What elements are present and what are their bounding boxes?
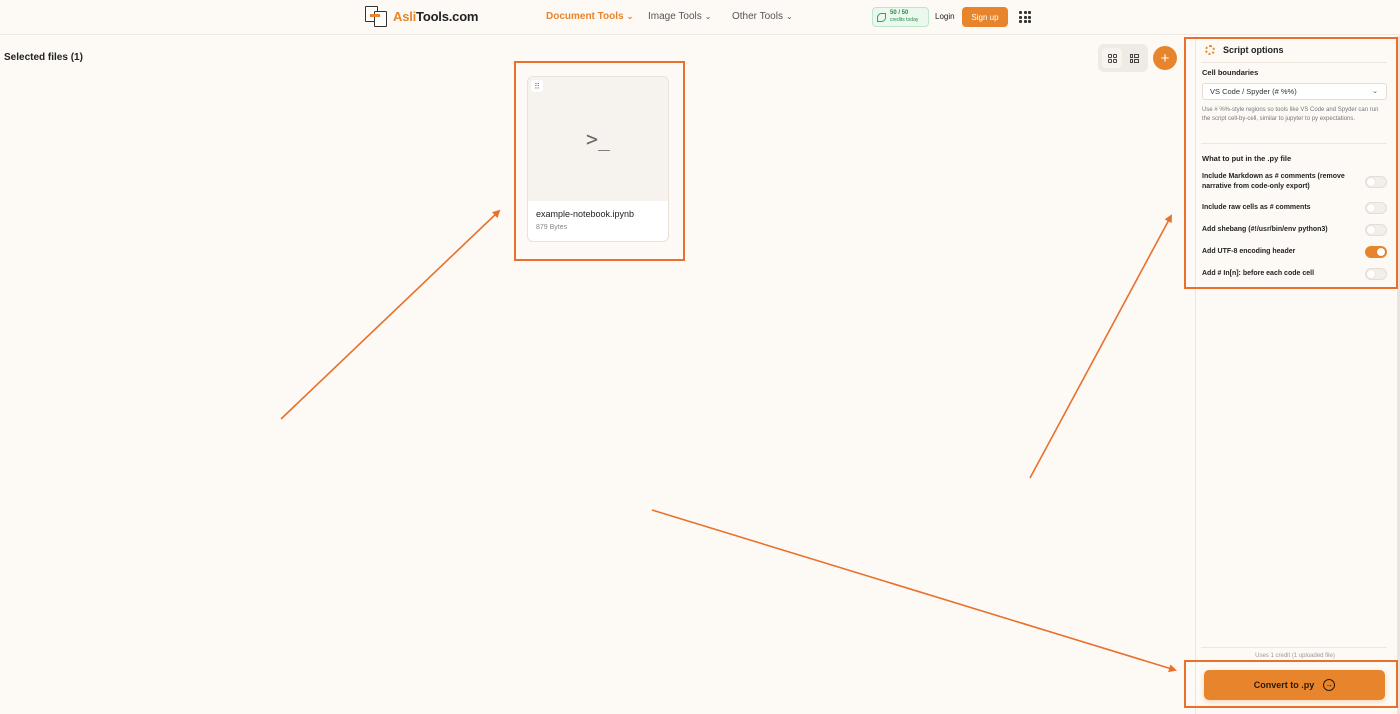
file-thumbnail: ⠿ >_ <box>528 77 668 201</box>
chevron-down-icon: ⌄ <box>1372 88 1378 95</box>
file-name: example-notebook.ipynb <box>536 209 635 219</box>
logo-icon <box>364 5 390 27</box>
chevron-down-icon: ⌄ <box>785 12 793 21</box>
gear-icon <box>1205 45 1215 55</box>
toggle-raw-cells[interactable] <box>1365 202 1387 214</box>
arrow-to-file-card <box>280 209 501 420</box>
selected-files-title: Selected files (1) <box>4 52 83 63</box>
site-logo[interactable]: AsliTools.com <box>364 5 478 27</box>
credits-badge[interactable]: 50 / 50 credits today <box>872 7 929 27</box>
add-file-button[interactable]: + <box>1153 46 1177 70</box>
nav-document-tools[interactable]: Document Tools ⌄ <box>546 11 633 22</box>
nav-other-tools[interactable]: Other Tools ⌄ <box>732 11 793 22</box>
credits-sub: credits today <box>890 17 919 23</box>
grid-view-button[interactable] <box>1102 48 1122 68</box>
divider <box>1201 143 1387 144</box>
nav-label: Image Tools <box>648 11 702 22</box>
list-view-button[interactable] <box>1124 48 1144 68</box>
login-link[interactable]: Login <box>935 12 955 21</box>
option-label-in-n: Add # In[n]: before each code cell <box>1202 270 1315 277</box>
option-label-raw-cells: Include raw cells as # comments <box>1202 204 1311 211</box>
select-value: VS Code / Spyder (# %%) <box>1210 87 1297 96</box>
file-size: 879 Bytes <box>536 224 568 231</box>
divider <box>1201 62 1387 63</box>
cell-boundaries-label: Cell boundaries <box>1202 68 1259 77</box>
list-icon <box>1129 53 1139 63</box>
grid-icon <box>1107 53 1117 63</box>
option-label-encoding: Add UTF-8 encoding header <box>1202 248 1296 255</box>
toggle-shebang[interactable] <box>1365 224 1387 236</box>
arrow-to-convert-button <box>651 509 1177 673</box>
arrow-right-circle-icon: → <box>1323 679 1336 691</box>
credits-count: 50 / 50 <box>890 10 909 16</box>
chevron-down-icon: ⌄ <box>626 12 634 21</box>
convert-button[interactable]: Convert to .py → <box>1204 670 1385 700</box>
nav-image-tools[interactable]: Image Tools ⌄ <box>648 11 711 22</box>
terminal-icon: >_ <box>585 127 611 151</box>
plus-icon: + <box>1160 49 1170 67</box>
convert-label: Convert to .py <box>1253 680 1315 690</box>
cell-boundaries-select[interactable]: VS Code / Spyder (# %%) ⌄ <box>1202 83 1387 100</box>
cell-boundaries-hint: Use # %%-style regions so tools like VS … <box>1202 107 1379 122</box>
panel-header: Script options <box>1205 45 1284 55</box>
divider <box>1201 647 1387 648</box>
panel-title: Script options <box>1223 45 1284 55</box>
chevron-down-icon: ⌄ <box>704 12 712 21</box>
logo-text: AsliTools.com <box>393 8 479 24</box>
option-label-markdown: Include Markdown as # comments (remove n… <box>1202 173 1345 190</box>
leaf-icon <box>877 12 886 22</box>
nav-label: Other Tools <box>732 11 783 22</box>
apps-grid-icon[interactable] <box>1019 11 1031 23</box>
drag-handle-icon[interactable]: ⠿ <box>531 80 543 92</box>
section-label: What to put in the .py file <box>1202 154 1292 163</box>
arrow-to-script-options <box>1029 214 1172 479</box>
toggle-encoding[interactable] <box>1365 246 1387 258</box>
toggle-in-n[interactable] <box>1365 268 1387 280</box>
top-header: AsliTools.com Document Tools ⌄ Image Tool… <box>0 0 1400 35</box>
toggle-markdown[interactable] <box>1365 176 1387 188</box>
view-toggle <box>1098 44 1148 72</box>
nav-label: Document Tools <box>546 11 624 22</box>
credit-usage-note: Uses 1 credit (1 uploaded file) <box>1255 653 1335 659</box>
file-card[interactable]: ⠿ >_ example-notebook.ipynb 879 Bytes <box>527 76 669 242</box>
option-label-shebang: Add shebang (#!/usr/bin/env python3) <box>1202 226 1328 233</box>
signup-button[interactable]: Sign up <box>962 7 1008 27</box>
